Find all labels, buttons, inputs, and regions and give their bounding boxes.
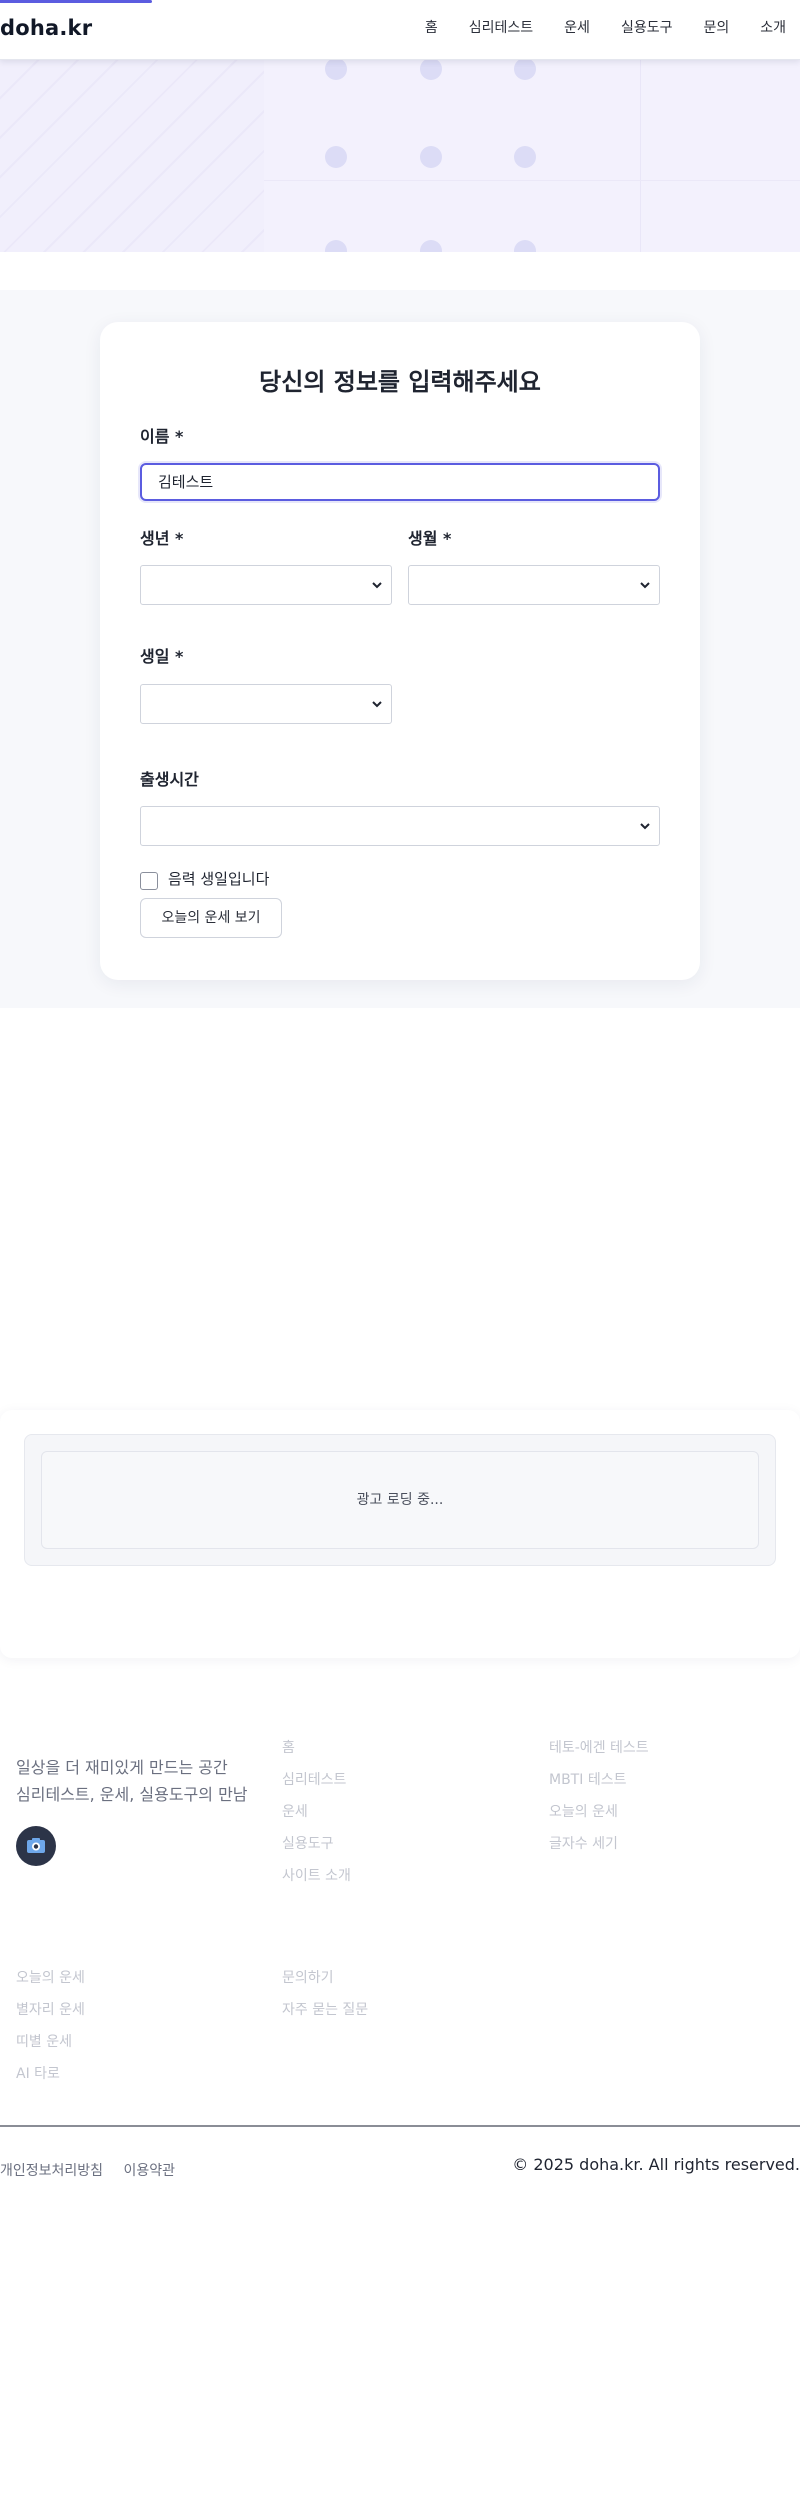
footer-divider	[0, 2125, 800, 2127]
hero-dot	[514, 146, 536, 168]
birth-year-label: 생년 *	[140, 529, 184, 548]
footer-link-teto-egen[interactable]: 테토-에겐 테스트	[549, 1732, 649, 1764]
camera-icon	[27, 1838, 45, 1853]
chevron-down-icon	[640, 823, 650, 830]
fortune-form-card: 당신의 정보를 입력해주세요 이름 * 김테스트 생년 * 생월 * 생일 * …	[100, 322, 700, 980]
nav-item-about[interactable]: 소개	[760, 17, 786, 37]
lunar-checkbox[interactable]	[140, 872, 158, 890]
chevron-down-icon	[640, 582, 650, 589]
footer-link-char-count[interactable]: 글자수 세기	[549, 1828, 649, 1860]
copyright-text: © 2025 doha.kr. All rights reserved.	[512, 2155, 800, 2174]
footer-tagline: 일상을 더 재미있게 만드는 공간 심리테스트, 운세, 실용도구의 만남	[16, 1754, 248, 1808]
birth-year-select[interactable]	[140, 565, 392, 605]
form-title: 당신의 정보를 입력해주세요	[259, 368, 541, 396]
nav-item-home[interactable]: 홈	[425, 17, 438, 37]
ad-loading-text: 광고 로딩 중...	[41, 1451, 759, 1549]
footer-link-today-fortune[interactable]: 오늘의 운세	[16, 1962, 85, 1994]
footer-link-faq[interactable]: 자주 묻는 질문	[282, 1994, 368, 2026]
hero-dot	[514, 240, 536, 252]
site-header: doha.kr 홈 심리테스트 운세 실용도구 문의 소개	[0, 0, 800, 60]
show-fortune-button[interactable]: 오늘의 운세 보기	[140, 898, 282, 938]
footer-bottom-links: 개인정보처리방침 이용약관	[0, 2160, 191, 2180]
hero-dot	[420, 60, 442, 80]
nav-item-contact[interactable]: 문의	[703, 17, 729, 37]
ad-section: 광고 로딩 중...	[0, 1410, 800, 1658]
footer-link-mbti[interactable]: MBTI 테스트	[549, 1764, 649, 1796]
nav-item-fortune[interactable]: 운세	[564, 17, 590, 37]
nav-item-tools[interactable]: 실용도구	[621, 17, 673, 37]
footer-link-tools[interactable]: 실용도구	[282, 1828, 351, 1860]
hero-banner	[0, 60, 800, 252]
footer-link-contact[interactable]: 문의하기	[282, 1962, 368, 1994]
birth-day-label: 생일 *	[140, 647, 184, 666]
footer-link-fortune[interactable]: 운세	[282, 1796, 351, 1828]
footer-link-animal-fortune[interactable]: 띠별 운세	[16, 2026, 85, 2058]
hero-dot	[514, 60, 536, 80]
privacy-policy-link[interactable]: 개인정보처리방침	[0, 2163, 103, 2179]
hero-panel	[640, 60, 800, 252]
footer-link-home[interactable]: 홈	[282, 1732, 351, 1764]
ad-container: 광고 로딩 중...	[24, 1434, 776, 1566]
footer-link-psych-test[interactable]: 심리테스트	[282, 1764, 351, 1796]
footer-tagline-line1: 일상을 더 재미있게 만드는 공간	[16, 1758, 228, 1777]
footer-link-daily-fortune[interactable]: 오늘의 운세	[549, 1796, 649, 1828]
birth-time-select[interactable]	[140, 806, 660, 846]
name-input[interactable]: 김테스트	[140, 463, 660, 501]
site-logo[interactable]: doha.kr	[0, 16, 92, 40]
birth-month-label: 생월 *	[408, 529, 452, 548]
footer-col-support: 문의하기 자주 묻는 질문	[282, 1962, 368, 2026]
birth-day-select[interactable]	[140, 684, 392, 724]
name-label: 이름 *	[140, 427, 184, 446]
main-nav: 홈 심리테스트 운세 실용도구 문의 소개	[394, 17, 786, 37]
footer-col-fortune: 오늘의 운세 별자리 운세 띠별 운세 AI 타로	[16, 1962, 85, 2090]
hero-dot	[325, 240, 347, 252]
footer-tagline-line2: 심리테스트, 운세, 실용도구의 만남	[16, 1785, 248, 1804]
page-progress-bar	[0, 0, 152, 3]
chevron-down-icon	[372, 701, 382, 708]
birth-month-select[interactable]	[408, 565, 660, 605]
footer-link-ai-tarot[interactable]: AI 타로	[16, 2058, 85, 2090]
hero-dot	[325, 146, 347, 168]
social-link[interactable]	[16, 1826, 56, 1866]
hero-dot	[325, 60, 347, 80]
lunar-checkbox-label[interactable]: 음력 생일입니다	[168, 868, 269, 889]
footer-col-popular: 테토-에겐 테스트 MBTI 테스트 오늘의 운세 글자수 세기	[549, 1732, 649, 1860]
hero-dot	[420, 240, 442, 252]
chevron-down-icon	[372, 582, 382, 589]
nav-item-psych-test[interactable]: 심리테스트	[469, 17, 533, 37]
birth-time-label: 출생시간	[140, 770, 199, 789]
footer-link-about[interactable]: 사이트 소개	[282, 1860, 351, 1892]
footer-col-main: 홈 심리테스트 운세 실용도구 사이트 소개	[282, 1732, 351, 1892]
hero-pattern	[0, 60, 264, 252]
terms-link[interactable]: 이용약관	[124, 2163, 176, 2179]
hero-dot	[420, 146, 442, 168]
site-footer: 일상을 더 재미있게 만드는 공간 심리테스트, 운세, 실용도구의 만남 홈 …	[0, 1700, 800, 2130]
footer-link-zodiac-fortune[interactable]: 별자리 운세	[16, 1994, 85, 2026]
